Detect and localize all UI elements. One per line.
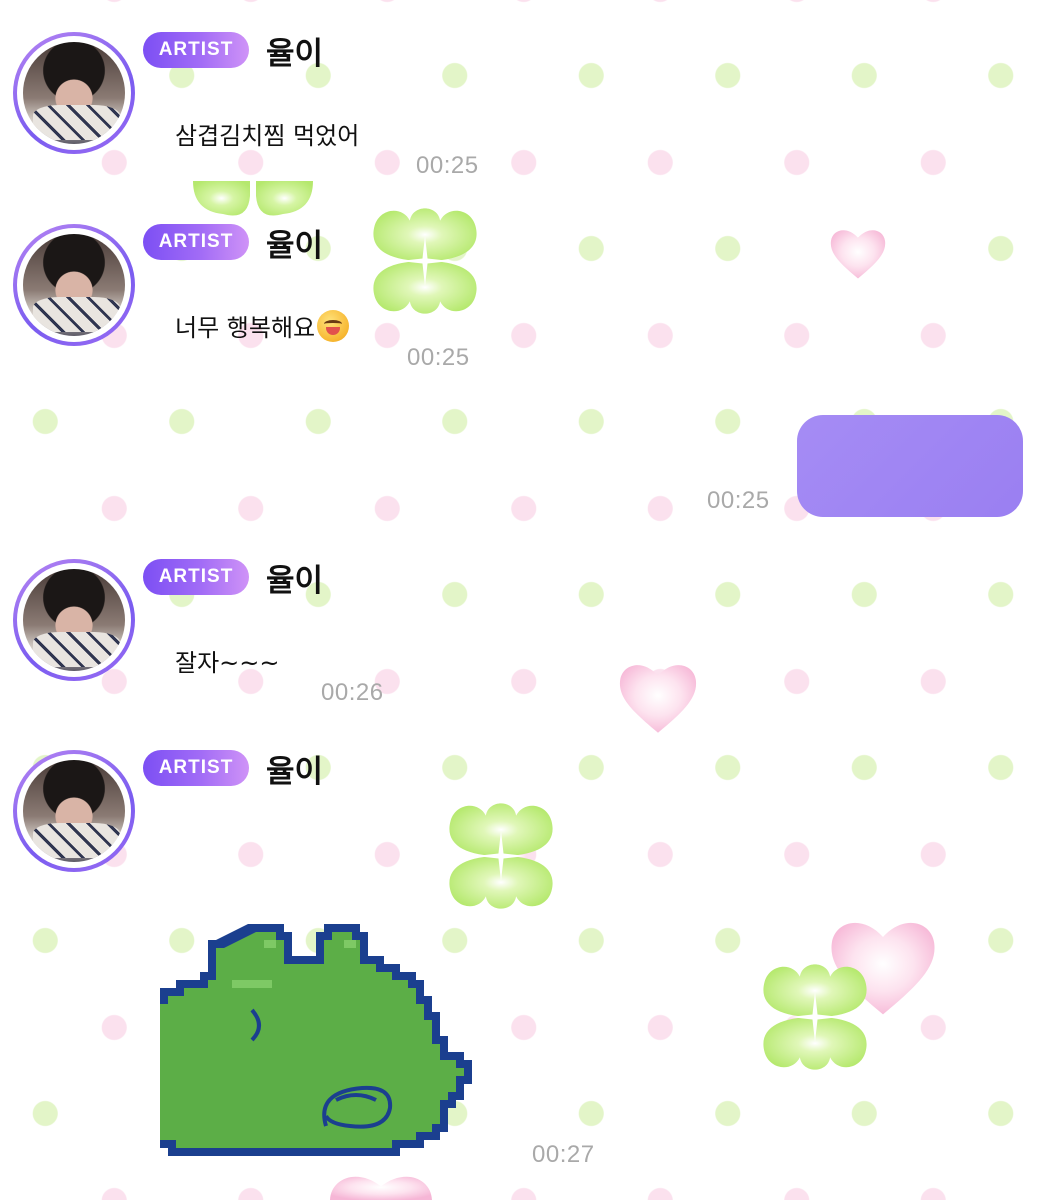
yum-face-emoji-icon: [317, 310, 350, 342]
clover-icon: [763, 964, 867, 1070]
avatar-photo: [23, 569, 125, 671]
heart-icon: [830, 230, 886, 279]
avatar-photo: [23, 234, 125, 336]
message-text[interactable]: 잘자~~~: [175, 643, 280, 678]
artist-badge: ARTIST: [143, 32, 249, 68]
message-text: 너무 행복해요: [175, 314, 316, 342]
my-message-time: 00:25: [707, 487, 770, 514]
sender-name: 율이: [266, 563, 324, 599]
clover-icon: [373, 208, 477, 314]
artist-avatar[interactable]: [13, 750, 135, 872]
message-text-row[interactable]: 너무 행복해요: [175, 308, 350, 343]
avatar-photo: [23, 760, 125, 862]
artist-badge: ARTIST: [143, 750, 249, 786]
green-pixel-frog-sticker[interactable]: [160, 916, 494, 1170]
message-text[interactable]: 삼겹김치찜 먹었어: [175, 116, 359, 151]
artist-avatar[interactable]: [13, 559, 135, 681]
artist-badge: ARTIST: [143, 559, 249, 595]
message-time: 00:25: [407, 344, 470, 371]
message-time: 00:25: [416, 152, 479, 179]
artist-avatar[interactable]: [13, 224, 135, 346]
message-time: 00:26: [321, 679, 384, 706]
heart-icon: [330, 1176, 432, 1200]
clover-decoration-top: [193, 181, 313, 216]
my-message-bubble[interactable]: [797, 415, 1023, 517]
sender-name: 율이: [266, 754, 324, 790]
heart-icon: [619, 665, 697, 733]
sender-name: 율이: [266, 228, 324, 264]
artist-avatar[interactable]: [13, 32, 135, 154]
avatar-photo: [23, 42, 125, 144]
heart-icon: [831, 922, 935, 1015]
artist-badge: ARTIST: [143, 224, 249, 260]
sender-name: 율이: [266, 36, 324, 72]
clover-icon: [449, 803, 553, 909]
message-time: 00:27: [532, 1141, 595, 1168]
